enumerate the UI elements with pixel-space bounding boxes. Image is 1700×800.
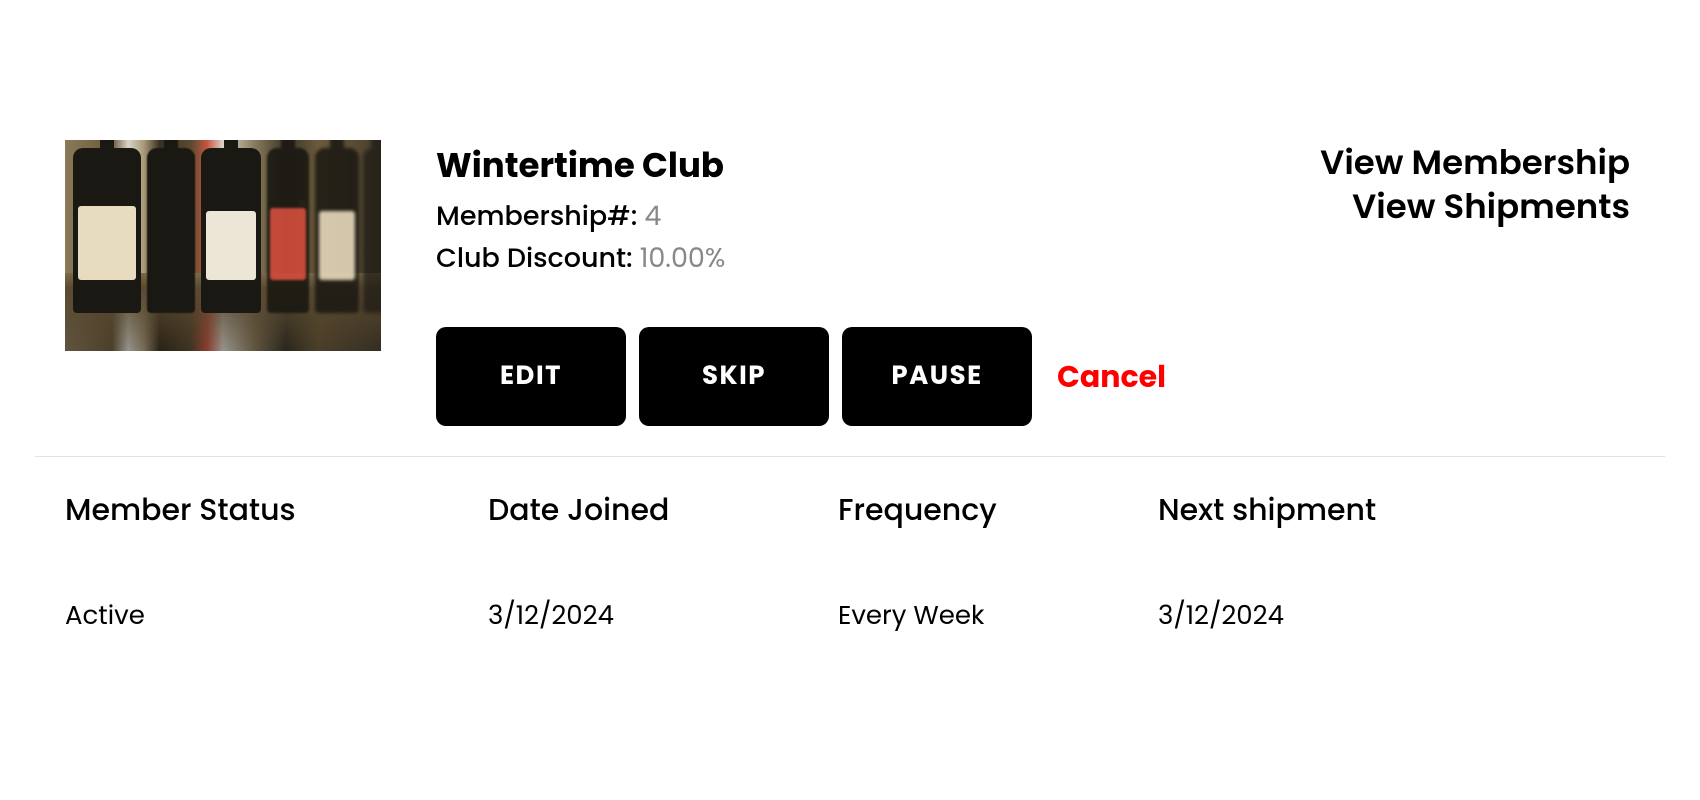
date-joined-label: Date Joined	[488, 487, 838, 533]
view-membership-link[interactable]: View Membership	[1320, 140, 1630, 184]
action-row: EDIT SKIP PAUSE Cancel	[436, 327, 1166, 426]
club-discount-line: Club Discount: 10.00%	[436, 239, 1166, 279]
header-row: Wintertime Club Membership#: 4 Club Disc…	[65, 140, 1630, 456]
discount-label: Club Discount:	[436, 240, 640, 277]
membership-number: 4	[644, 198, 661, 235]
frequency-label: Frequency	[838, 487, 1158, 533]
date-joined-column: Date Joined 3/12/2024	[488, 487, 838, 636]
membership-card: Wintertime Club Membership#: 4 Club Disc…	[0, 0, 1700, 636]
membership-number-line: Membership#: 4	[436, 197, 1166, 237]
details-row: Member Status Active Date Joined 3/12/20…	[65, 457, 1630, 636]
view-shipments-link[interactable]: View Shipments	[1320, 184, 1630, 228]
club-image	[65, 140, 381, 351]
header-right: View Membership View Shipments	[1320, 140, 1630, 228]
skip-button[interactable]: SKIP	[639, 327, 829, 426]
member-status-column: Member Status Active	[65, 487, 488, 636]
next-shipment-column: Next shipment 3/12/2024	[1158, 487, 1376, 636]
membership-label: Membership#:	[436, 198, 644, 235]
date-joined-value: 3/12/2024	[488, 597, 838, 636]
header-main: Wintertime Club Membership#: 4 Club Disc…	[436, 140, 1630, 426]
next-shipment-label: Next shipment	[1158, 487, 1376, 533]
member-status-value: Active	[65, 597, 488, 636]
next-shipment-value: 3/12/2024	[1158, 597, 1376, 636]
club-name: Wintertime Club	[436, 140, 1166, 191]
member-status-label: Member Status	[65, 487, 488, 533]
edit-button[interactable]: EDIT	[436, 327, 626, 426]
cancel-link[interactable]: Cancel	[1057, 354, 1166, 400]
pause-button[interactable]: PAUSE	[842, 327, 1032, 426]
frequency-value: Every Week	[838, 597, 1158, 636]
frequency-column: Frequency Every Week	[838, 487, 1158, 636]
header-left: Wintertime Club Membership#: 4 Club Disc…	[436, 140, 1166, 426]
discount-value: 10.00%	[640, 240, 726, 277]
